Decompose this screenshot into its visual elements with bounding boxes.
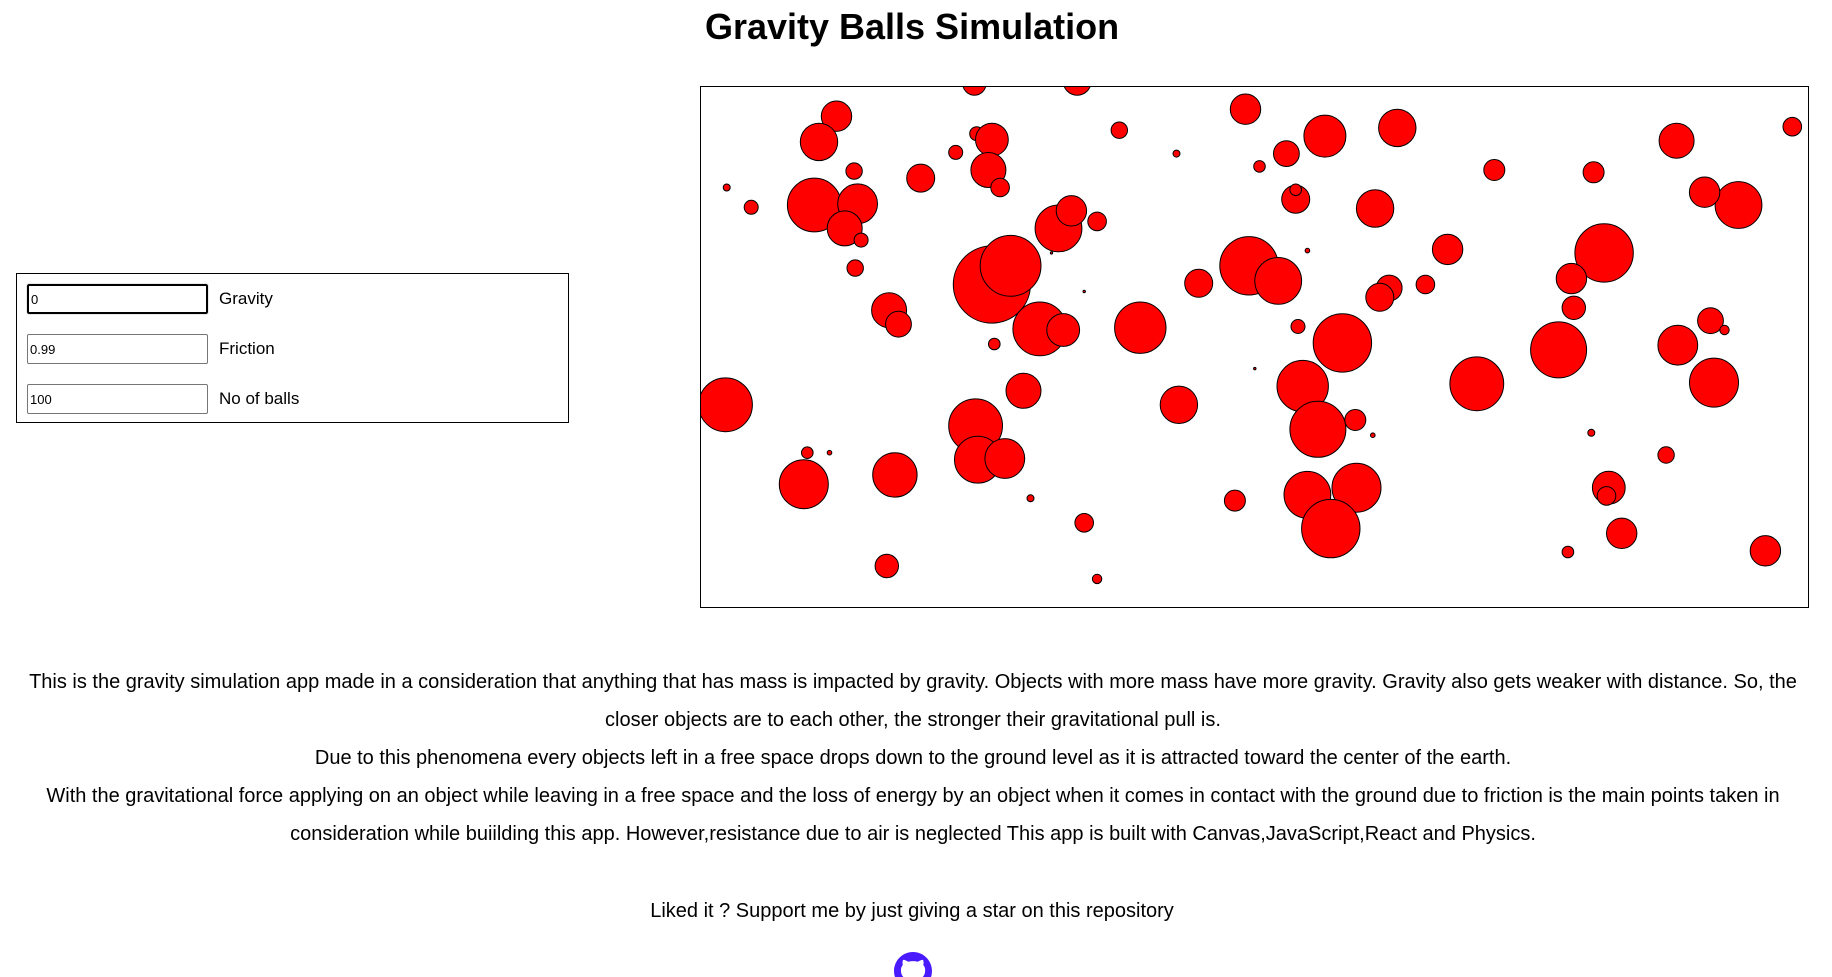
ball: [906, 163, 936, 193]
ball: [1782, 116, 1803, 137]
ball: [1415, 274, 1436, 295]
ball: [1561, 295, 1586, 321]
ball: [1344, 409, 1367, 431]
ball: [1483, 159, 1506, 181]
ball: [874, 553, 900, 579]
ball: [1289, 400, 1347, 458]
description-line-1: This is the gravity simulation app made …: [29, 671, 1797, 731]
ball: [1596, 486, 1617, 506]
ball: [1689, 357, 1739, 408]
ball: [845, 162, 863, 180]
ball: [1303, 114, 1347, 158]
simulation-svg: [701, 87, 1803, 585]
ball: [1110, 121, 1128, 139]
gravity-label: Gravity: [219, 289, 273, 308]
github-icon[interactable]: [894, 952, 932, 977]
ball: [1049, 251, 1054, 255]
ball: [1087, 211, 1107, 232]
support-text: Liked it ? Support me by just giving a s…: [650, 900, 1174, 922]
controls-panel: Gravity Friction No of balls: [16, 273, 569, 423]
ball: [1606, 517, 1638, 549]
ball: [962, 87, 987, 96]
ball: [1378, 108, 1417, 148]
ball: [1587, 428, 1596, 437]
ball: [1555, 262, 1588, 295]
ball: [1301, 498, 1361, 559]
ball: [1184, 268, 1214, 298]
ball: [1290, 319, 1306, 334]
friction-label: Friction: [219, 339, 275, 358]
ball: [1561, 545, 1575, 559]
ball: [1719, 324, 1730, 336]
simulation-canvas[interactable]: [700, 86, 1809, 608]
ball: [1304, 247, 1311, 254]
github-icon-svg: [894, 952, 932, 977]
friction-input[interactable]: [27, 334, 208, 364]
ball: [1074, 513, 1095, 533]
ball: [975, 122, 1009, 157]
ball: [1063, 87, 1091, 96]
ball: [1582, 161, 1605, 184]
ball: [722, 183, 731, 192]
ball: [1431, 233, 1464, 266]
ball: [1046, 313, 1081, 347]
ball: [853, 232, 869, 248]
ball: [988, 337, 1001, 351]
ball: [1273, 140, 1300, 167]
ball: [1223, 489, 1246, 512]
ball: [1657, 446, 1675, 464]
ball: [1312, 313, 1373, 373]
ball: [1365, 282, 1395, 312]
friction-row: Friction: [27, 334, 275, 364]
ball: [1082, 289, 1086, 294]
ball: [1229, 93, 1262, 125]
ball: [979, 234, 1042, 297]
app-root: Gravity Balls Simulation Gravity Frictio…: [0, 0, 1832, 977]
gravity-row: Gravity: [26, 283, 273, 315]
ball: [984, 438, 1026, 479]
ball: [1355, 189, 1395, 228]
ball: [1714, 181, 1763, 229]
ball: [1253, 160, 1266, 173]
ball: [1658, 122, 1695, 159]
ball: [1114, 301, 1167, 354]
ball: [1091, 573, 1103, 585]
ball: [948, 144, 964, 160]
balls-count-input[interactable]: [27, 384, 208, 414]
ball: [872, 452, 918, 498]
ball: [743, 199, 759, 215]
description: This is the gravity simulation app made …: [24, 663, 1802, 853]
ball: [885, 310, 912, 338]
gravity-input[interactable]: [26, 283, 209, 315]
ball: [1749, 535, 1782, 567]
ball: [1688, 176, 1721, 208]
ball: [1253, 366, 1257, 371]
ball: [799, 122, 839, 162]
balls-row: No of balls: [27, 384, 299, 414]
ball: [826, 449, 833, 456]
ball: [1159, 385, 1199, 424]
ball: [1172, 149, 1181, 158]
ball: [1289, 183, 1303, 197]
ball: [846, 259, 864, 277]
ball: [778, 459, 829, 510]
description-line-3: With the gravitational force applying on…: [46, 785, 1780, 845]
ball: [1449, 356, 1505, 412]
ball: [990, 177, 1010, 198]
ball: [1055, 195, 1088, 227]
description-line-2: Due to this phenomena every objects left…: [314, 747, 1512, 769]
ball: [1005, 372, 1042, 409]
page-title: Gravity Balls Simulation: [704, 6, 1120, 47]
ball: [801, 446, 814, 460]
ball: [1370, 432, 1376, 439]
ball: [1026, 494, 1035, 503]
ball: [1657, 324, 1699, 366]
ball: [701, 377, 753, 433]
balls-count-label: No of balls: [219, 389, 300, 408]
ball: [1530, 321, 1588, 379]
ball: [1254, 257, 1303, 305]
